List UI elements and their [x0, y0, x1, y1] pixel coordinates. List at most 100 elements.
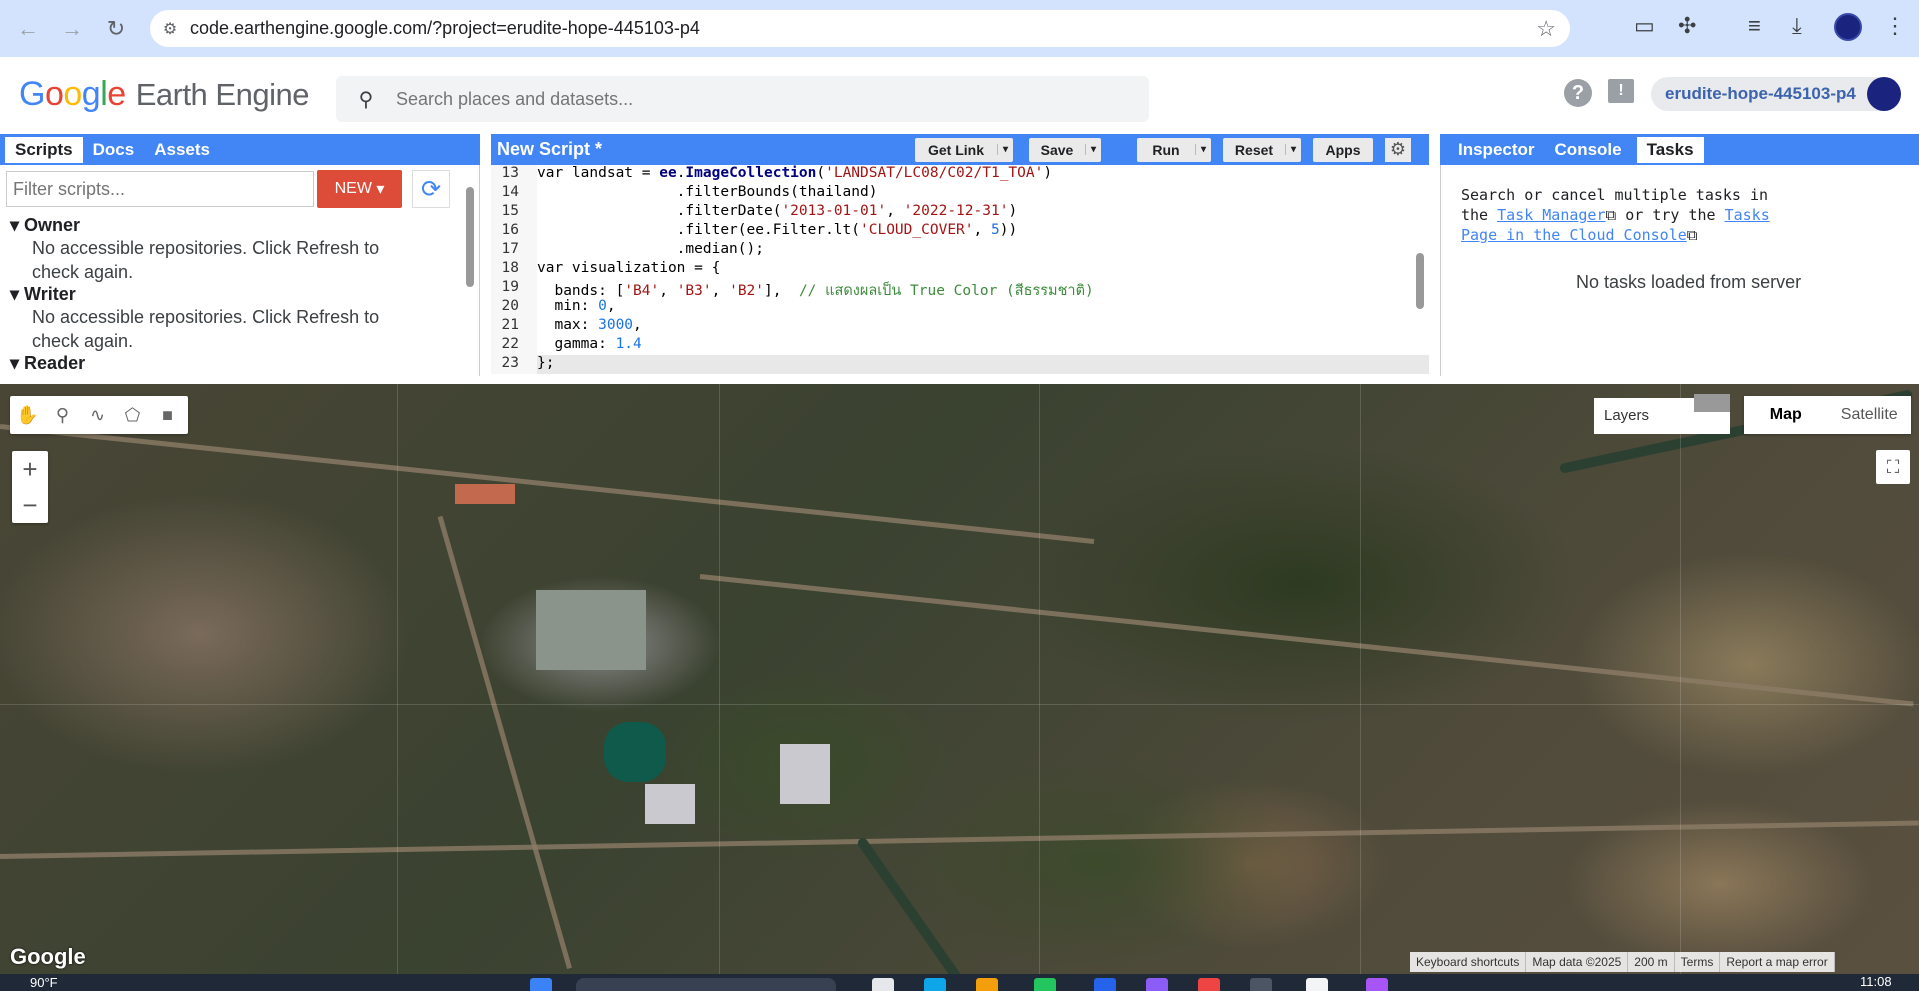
- tab-assets[interactable]: Assets: [144, 137, 220, 163]
- marker-icon[interactable]: ⚲: [45, 405, 80, 426]
- code-text[interactable]: .filter(ee.Filter.lt('CLOUD_COVER', 5)): [537, 222, 1018, 241]
- code-line[interactable]: 22 gamma: 1.4: [491, 336, 1429, 355]
- polygon-icon[interactable]: ⬠: [115, 405, 150, 426]
- code-line[interactable]: 17 .median();: [491, 241, 1429, 260]
- code-text[interactable]: .filterBounds(thailand): [537, 184, 878, 203]
- fullscreen-icon[interactable]: ⛶: [1876, 450, 1910, 484]
- clock[interactable]: 11:08: [1860, 974, 1892, 989]
- dropdown-caret-icon[interactable]: ▾: [1285, 144, 1301, 155]
- code-text[interactable]: var visualization = {: [537, 260, 720, 279]
- dropdown-caret-icon[interactable]: ▾: [997, 144, 1013, 155]
- code-line[interactable]: 20 min: 0,: [491, 298, 1429, 317]
- code-line[interactable]: 19 bands: ['B4', 'B3', 'B2'], // แสดงผลเ…: [491, 279, 1429, 299]
- taskbar-app-icon[interactable]: [1094, 978, 1116, 991]
- new-button[interactable]: NEW ▾: [317, 170, 402, 208]
- code-line[interactable]: 15 .filterDate('2013-01-01', '2022-12-31…: [491, 203, 1429, 222]
- code-editor[interactable]: 13 var landsat = ee.ImageCollection('LAND…: [491, 165, 1429, 376]
- help-icon[interactable]: ?: [1564, 79, 1592, 107]
- keyboard-shortcuts-link[interactable]: Keyboard shortcuts: [1410, 952, 1527, 972]
- taskbar-app-icon[interactable]: [1306, 978, 1328, 991]
- zoom-out-button[interactable]: −: [12, 487, 48, 523]
- code-text[interactable]: .median();: [537, 241, 764, 260]
- bookmark-star-icon[interactable]: ☆: [1536, 16, 1556, 42]
- taskbar-search[interactable]: [576, 978, 836, 991]
- layers-control[interactable]: Layers: [1594, 394, 1730, 434]
- layers-toggle[interactable]: [1694, 394, 1730, 412]
- map-canvas[interactable]: ✋ ⚲ ∿ ⬠ ■ + − Layers Map Satellite ⛶ Goo…: [0, 384, 1919, 974]
- forward-icon[interactable]: →: [50, 7, 94, 51]
- search-bar[interactable]: ⚲: [336, 76, 1149, 122]
- taskbar-app-icon[interactable]: [1034, 978, 1056, 991]
- taskbar-app-icon[interactable]: [1366, 978, 1388, 991]
- tab-docs[interactable]: Docs: [83, 137, 145, 163]
- browser-menu-icon[interactable]: ⋮: [1884, 13, 1906, 39]
- reset-button[interactable]: Reset ▾: [1223, 137, 1301, 162]
- address-bar[interactable]: ⚙ code.earthengine.google.com/?project=e…: [150, 10, 1570, 47]
- code-text[interactable]: };: [537, 355, 554, 374]
- zoom-in-button[interactable]: +: [12, 451, 48, 487]
- earth-engine-logo[interactable]: Google Earth Engine: [19, 75, 309, 114]
- code-text[interactable]: gamma: 1.4: [537, 336, 641, 355]
- report-map-error-link[interactable]: Report a map error: [1720, 952, 1835, 972]
- scripts-scrollbar[interactable]: [464, 165, 476, 375]
- refresh-icon[interactable]: ⟳: [412, 170, 450, 208]
- code-text[interactable]: var landsat = ee.ImageCollection('LANDSA…: [537, 165, 1052, 184]
- task-manager-link[interactable]: Task Manager: [1497, 206, 1605, 224]
- code-line[interactable]: 23};: [491, 355, 1429, 374]
- extensions-icon[interactable]: ✣: [1678, 13, 1696, 39]
- dropdown-caret-icon[interactable]: ▾: [1195, 144, 1211, 155]
- taskbar-app-icon[interactable]: [1146, 978, 1168, 991]
- site-info-icon[interactable]: ⚙: [150, 19, 190, 39]
- code-line[interactable]: 14 .filterBounds(thailand): [491, 184, 1429, 203]
- cast-icon[interactable]: ▭: [1634, 13, 1655, 39]
- tab-tasks[interactable]: Tasks: [1636, 136, 1704, 163]
- reload-icon[interactable]: ↻: [94, 7, 138, 51]
- scale-bar[interactable]: 200 m: [1628, 952, 1675, 972]
- taskbar-app-icon[interactable]: [1250, 978, 1272, 991]
- browser-profile-avatar[interactable]: [1834, 13, 1862, 41]
- media-icon[interactable]: ≡: [1748, 13, 1761, 39]
- taskbar-app-icon[interactable]: [1198, 978, 1220, 991]
- taskbar-app-icon[interactable]: [872, 978, 894, 991]
- map-type-map[interactable]: Map: [1744, 396, 1828, 434]
- taskbar-app-icon[interactable]: [976, 978, 998, 991]
- taskbar-app-icon[interactable]: [924, 978, 946, 991]
- map-type-satellite[interactable]: Satellite: [1828, 396, 1912, 434]
- editor-scrollbar[interactable]: [1413, 165, 1427, 376]
- tree-group-reader[interactable]: ▾ Reader: [10, 353, 430, 374]
- code-text[interactable]: max: 3000,: [537, 317, 641, 336]
- download-icon[interactable]: ⤓: [1792, 13, 1802, 39]
- tab-inspector[interactable]: Inspector: [1448, 137, 1545, 163]
- tab-console[interactable]: Console: [1545, 137, 1632, 163]
- code-line[interactable]: 18 var visualization = {: [491, 260, 1429, 279]
- save-button[interactable]: Save ▾: [1029, 137, 1101, 162]
- scrollbar-thumb[interactable]: [1416, 253, 1424, 309]
- apps-button[interactable]: Apps: [1313, 137, 1373, 162]
- user-avatar[interactable]: [1867, 77, 1901, 111]
- back-icon[interactable]: ←: [6, 7, 50, 51]
- code-text[interactable]: bands: ['B4', 'B3', 'B2'], // แสดงผลเป็น…: [537, 279, 1093, 299]
- feedback-icon[interactable]: !: [1608, 79, 1634, 103]
- run-button[interactable]: Run ▾: [1137, 137, 1211, 162]
- filter-scripts-input[interactable]: [6, 171, 314, 207]
- code-text[interactable]: .filterDate('2013-01-01', '2022-12-31'): [537, 203, 1018, 222]
- start-icon[interactable]: [530, 978, 552, 991]
- project-selector[interactable]: erudite-hope-445103-p4: [1651, 77, 1901, 111]
- code-line[interactable]: 16 .filter(ee.Filter.lt('CLOUD_COVER', 5…: [491, 222, 1429, 241]
- scrollbar-thumb[interactable]: [466, 187, 474, 287]
- pan-hand-icon[interactable]: ✋: [10, 405, 45, 426]
- terms-link[interactable]: Terms: [1675, 952, 1721, 972]
- search-input[interactable]: [396, 88, 1096, 110]
- code-line[interactable]: 13 var landsat = ee.ImageCollection('LAND…: [491, 165, 1429, 184]
- tree-group-owner[interactable]: ▾ Owner: [10, 215, 430, 236]
- code-text[interactable]: min: 0,: [537, 298, 615, 317]
- gear-icon[interactable]: ⚙: [1385, 137, 1411, 162]
- get-link-button[interactable]: Get Link ▾: [915, 137, 1013, 162]
- rectangle-icon[interactable]: ■: [150, 405, 185, 426]
- tree-group-writer[interactable]: ▾ Writer: [10, 284, 430, 305]
- line-icon[interactable]: ∿: [80, 405, 115, 426]
- script-title[interactable]: New Script *: [491, 139, 915, 160]
- dropdown-caret-icon[interactable]: ▾: [1085, 144, 1101, 155]
- code-line[interactable]: 21 max: 3000,: [491, 317, 1429, 336]
- weather-widget[interactable]: 90°F: [30, 975, 58, 990]
